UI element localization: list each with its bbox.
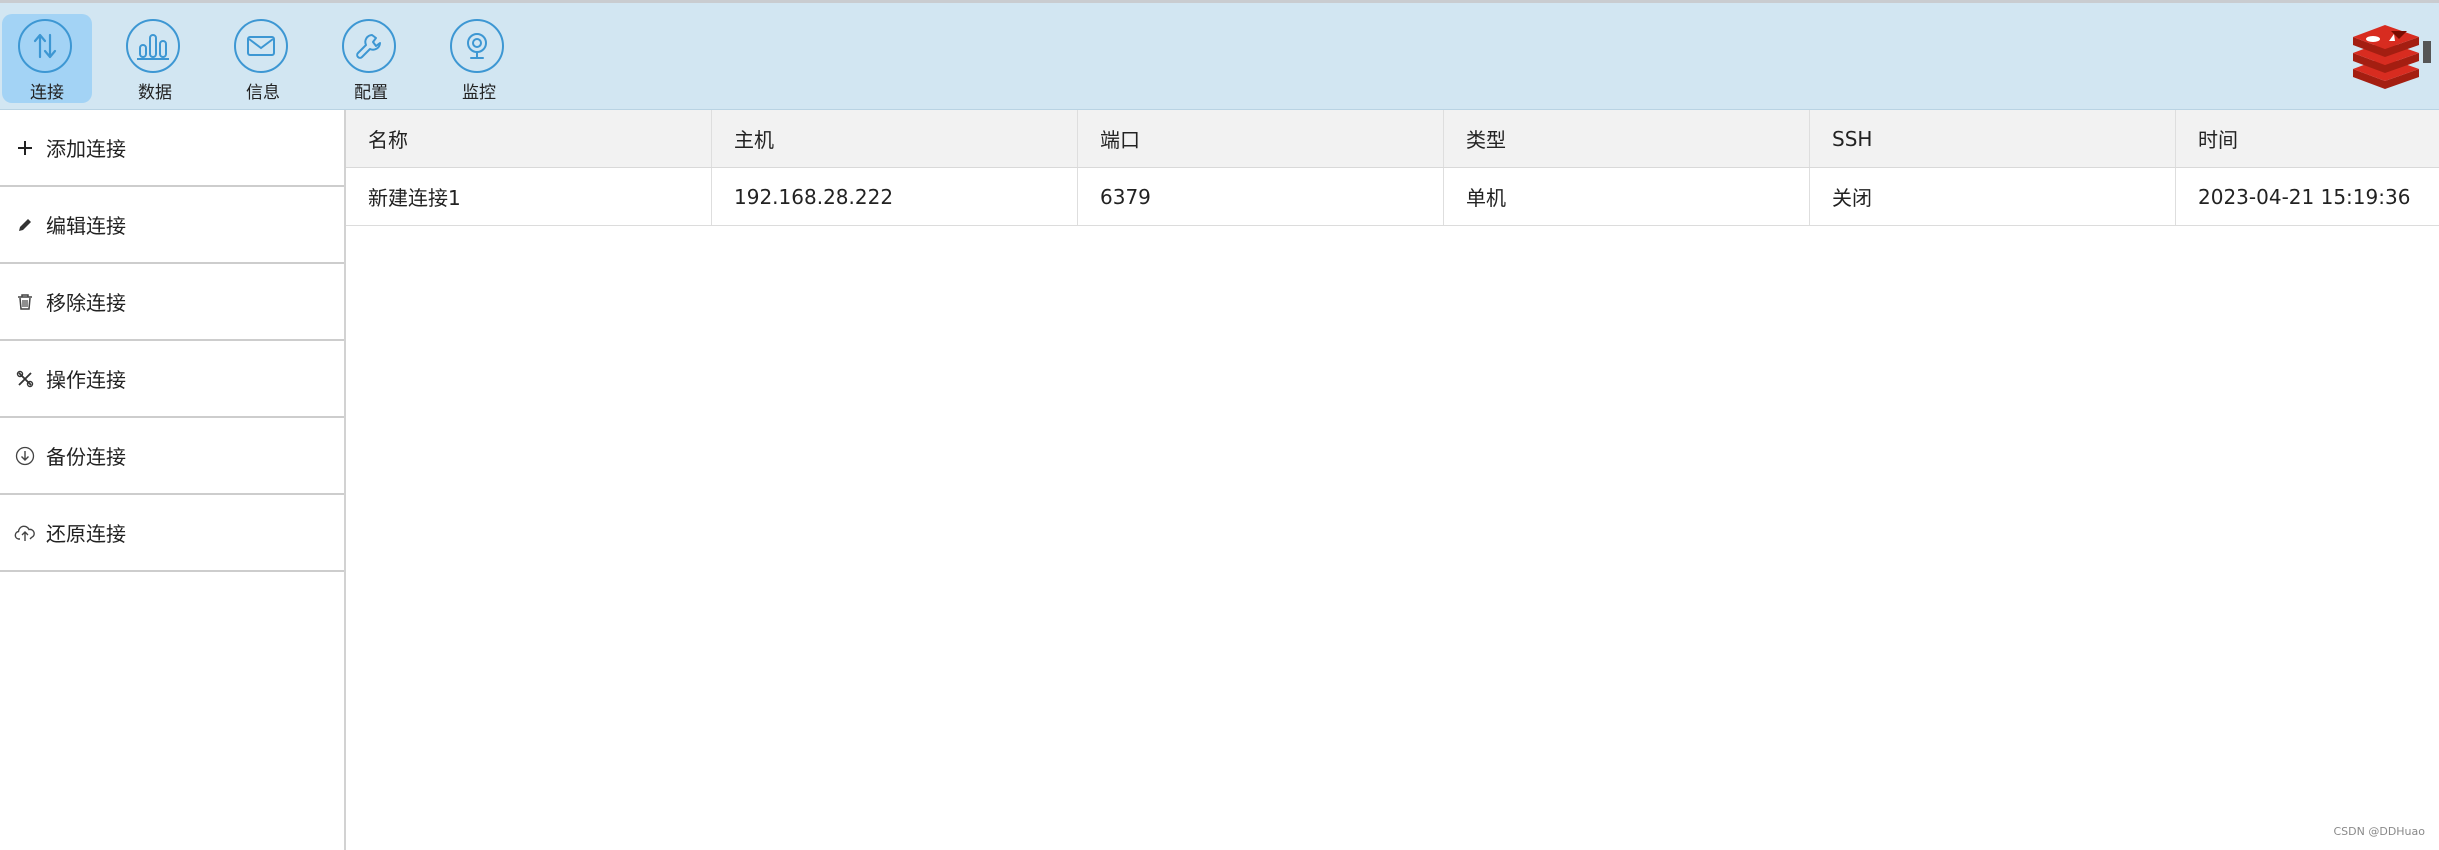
sidebar-item-label: 还原连接 (46, 522, 126, 546)
toolbar-info-button[interactable]: 信息 (218, 14, 308, 103)
column-header-port[interactable]: 端口 (1078, 110, 1444, 167)
cloud-upload-icon (14, 522, 36, 544)
download-circle-icon (14, 445, 36, 467)
connection-sidebar: 添加连接 编辑连接 移除连接 操作连接 备份连接 还原连接 (0, 110, 346, 850)
swap-vertical-icon (18, 19, 72, 73)
toolbar-connect-button[interactable]: 连接 (2, 14, 92, 103)
bar-chart-icon (126, 19, 180, 73)
column-header-name[interactable]: 名称 (346, 110, 712, 167)
tools-icon (14, 368, 36, 390)
column-header-host[interactable]: 主机 (712, 110, 1078, 167)
main-toolbar: 连接 数据 信息 配置 监控 (0, 3, 2439, 110)
cell-type: 单机 (1444, 168, 1810, 225)
table-row[interactable]: 新建连接1 192.168.28.222 6379 单机 关闭 2023-04-… (346, 168, 2439, 226)
redis-logo-icon (2347, 19, 2431, 89)
sidebar-item-restore-connection[interactable]: 还原连接 (0, 495, 344, 572)
connections-table: 名称 主机 端口 类型 SSH 时间 新建连接1 192.168.28.222 … (346, 110, 2439, 850)
cell-time: 2023-04-21 15:19:36 (2198, 184, 2411, 209)
sidebar-item-backup-connection[interactable]: 备份连接 (0, 418, 344, 495)
toolbar-info-label: 信息 (246, 83, 280, 103)
cell-name: 新建连接1 (346, 168, 712, 225)
sidebar-item-label: 编辑连接 (46, 214, 126, 238)
trash-icon (14, 291, 36, 313)
pencil-icon (14, 214, 36, 236)
column-header-time[interactable]: 时间 (2176, 110, 2439, 167)
column-header-type[interactable]: 类型 (1444, 110, 1810, 167)
table-header-row: 名称 主机 端口 类型 SSH 时间 (346, 110, 2439, 168)
watermark: CSDN @DDHuao (2333, 825, 2425, 838)
wrench-icon (342, 19, 396, 73)
sidebar-item-add-connection[interactable]: 添加连接 (0, 110, 344, 187)
plus-icon (14, 137, 36, 159)
toolbar-connect-label: 连接 (30, 83, 64, 103)
toolbar-data-label: 数据 (138, 83, 172, 103)
sidebar-item-label: 备份连接 (46, 445, 126, 469)
sidebar-item-edit-connection[interactable]: 编辑连接 (0, 187, 344, 264)
toolbar-monitor-button[interactable]: 监控 (434, 14, 524, 103)
toolbar-config-button[interactable]: 配置 (326, 14, 416, 103)
mail-icon (234, 19, 288, 73)
sidebar-item-label: 移除连接 (46, 291, 126, 315)
cell-port: 6379 (1078, 168, 1444, 225)
sidebar-item-operate-connection[interactable]: 操作连接 (0, 341, 344, 418)
toolbar-config-label: 配置 (354, 83, 388, 103)
cell-host: 192.168.28.222 (712, 168, 1078, 225)
sidebar-item-remove-connection[interactable]: 移除连接 (0, 264, 344, 341)
cell-ssh: 关闭 (1810, 168, 2176, 225)
webcam-icon (450, 19, 504, 73)
toolbar-data-button[interactable]: 数据 (110, 14, 200, 103)
sidebar-item-label: 操作连接 (46, 368, 126, 392)
column-header-ssh[interactable]: SSH (1810, 110, 2176, 167)
sidebar-item-label: 添加连接 (46, 137, 126, 161)
toolbar-monitor-label: 监控 (462, 83, 496, 103)
